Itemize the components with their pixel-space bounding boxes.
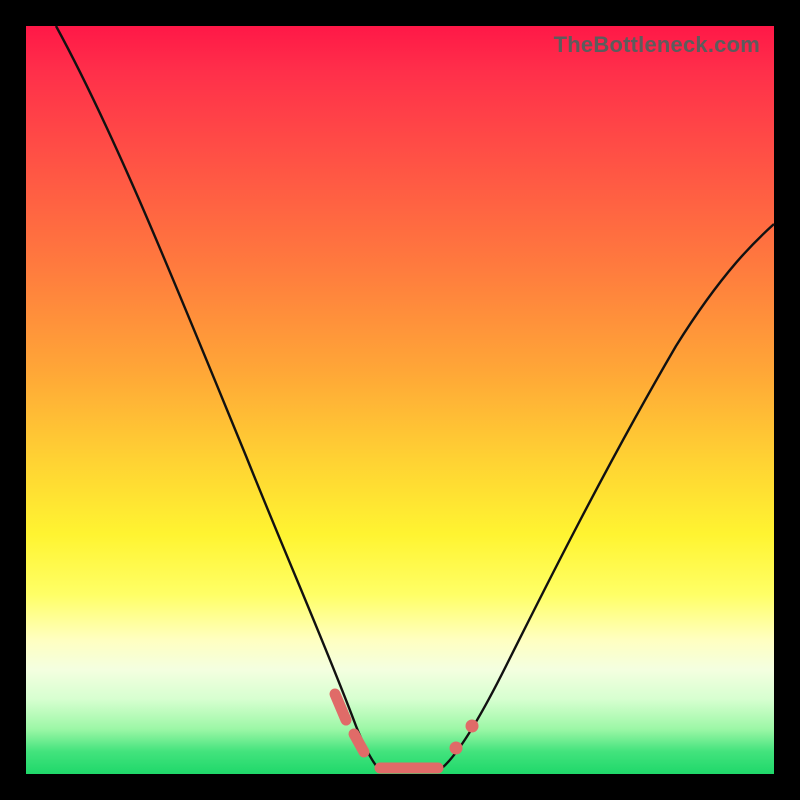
bead-left-lower bbox=[354, 734, 364, 752]
bead-right-lower bbox=[450, 742, 463, 755]
curve-left-branch bbox=[56, 26, 378, 768]
curve-right-branch bbox=[442, 224, 774, 768]
curve-layer bbox=[26, 26, 774, 774]
bead-right-upper bbox=[466, 720, 479, 733]
chart-frame: TheBottleneck.com bbox=[0, 0, 800, 800]
plot-area: TheBottleneck.com bbox=[26, 26, 774, 774]
